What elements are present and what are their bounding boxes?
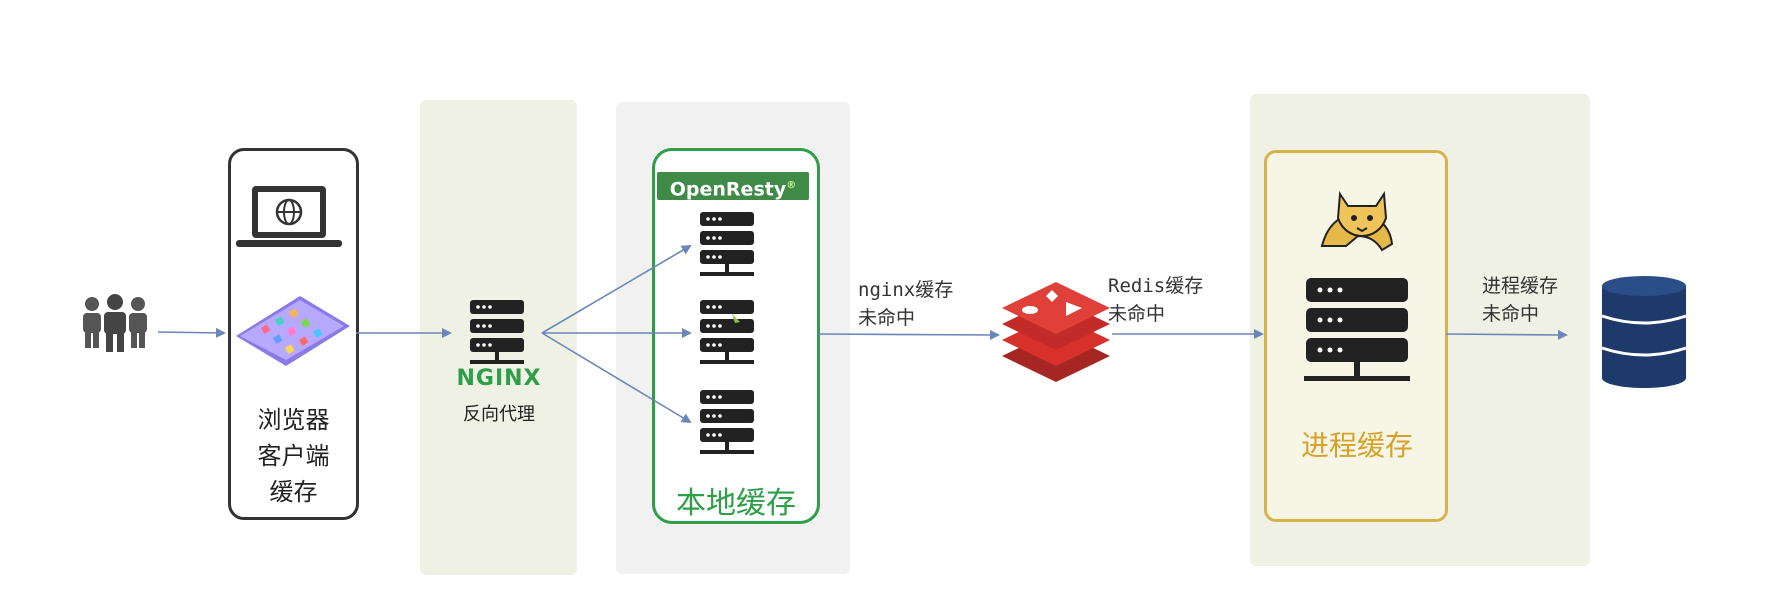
server-icon bbox=[470, 300, 524, 364]
redis-cache-miss-label: Redis缓存 未命中 bbox=[1108, 275, 1204, 325]
server-icon bbox=[700, 212, 754, 276]
process-cache-miss-label: 进程缓存 未命中 bbox=[1482, 275, 1559, 325]
nginx-logo: NGINX bbox=[456, 366, 542, 391]
process-cache-label: 进程缓存 bbox=[1300, 429, 1413, 462]
server-icon bbox=[700, 300, 754, 364]
database-icon bbox=[1601, 276, 1687, 388]
phone-apps-icon bbox=[236, 296, 350, 366]
client-cache-label: 浏览器 客户端 缓存 bbox=[257, 406, 330, 506]
server-icon bbox=[700, 390, 754, 454]
local-cache-label: 本地缓存 bbox=[676, 486, 796, 521]
tomcat-icon bbox=[1320, 191, 1394, 252]
server-icon bbox=[1304, 278, 1410, 381]
reverse-proxy-label: 反向代理 bbox=[463, 404, 535, 425]
flow-arrows bbox=[157, 244, 1568, 424]
nginx-cache-miss-label: nginx缓存 未命中 bbox=[858, 279, 954, 329]
laptop-globe-icon bbox=[236, 186, 342, 247]
users-icon bbox=[83, 294, 147, 352]
redis-icon bbox=[1002, 282, 1110, 382]
